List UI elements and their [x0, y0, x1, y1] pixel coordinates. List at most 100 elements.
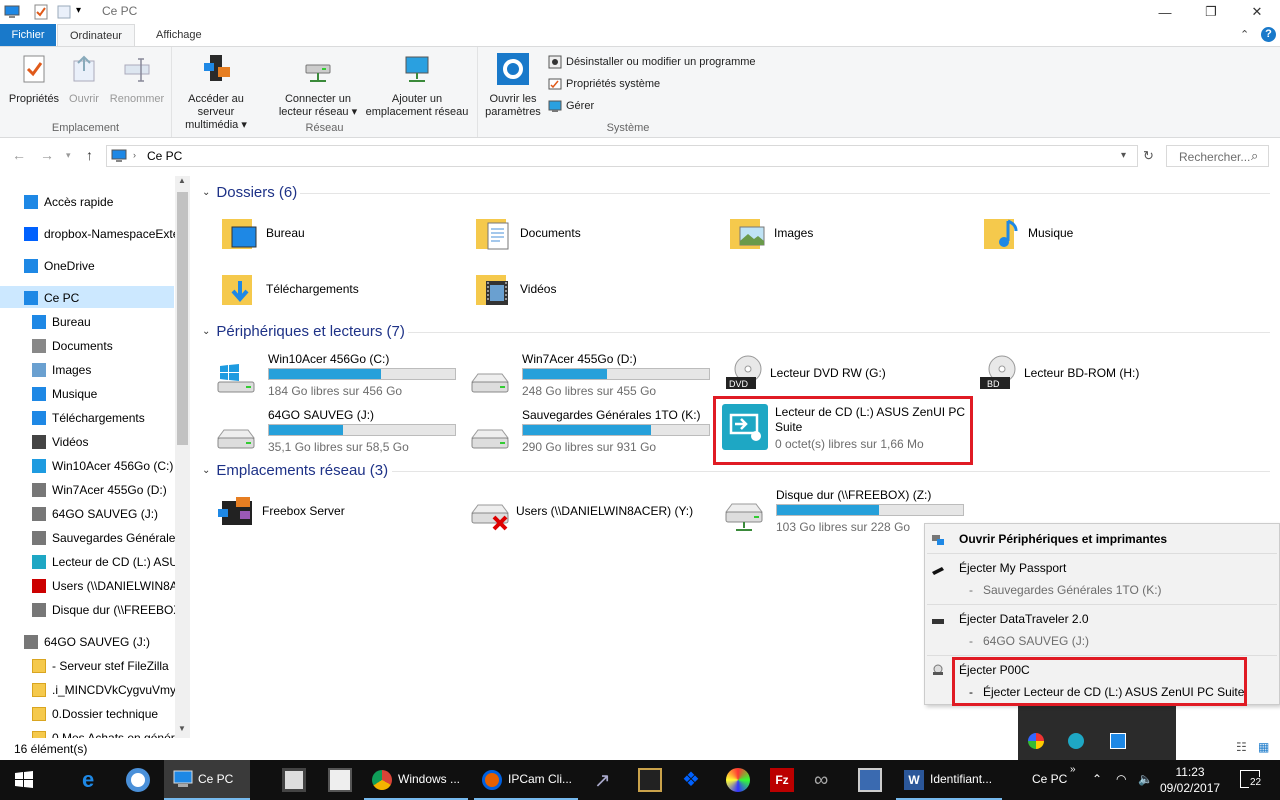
tray-overflow-icon[interactable]: ⌃ [1092, 772, 1102, 786]
up-arrow-icon[interactable]: ↑ [86, 147, 93, 163]
collapse-chevron-icon[interactable]: ⌄ [202, 326, 210, 337]
tab-computer[interactable]: Ordinateur [57, 24, 135, 46]
taskbar-item-word[interactable]: W Identifiant... [896, 760, 1002, 800]
drive-c[interactable]: Win10Acer 456Go (C:) 184 Go libres sur 4… [216, 350, 466, 400]
nav-item[interactable]: Vidéos [32, 431, 88, 453]
pinned-app-icon[interactable]: ∞ [814, 768, 838, 792]
help-icon[interactable]: ? [1261, 27, 1276, 42]
add-network-location-button[interactable]: Ajouter un emplacement réseau [364, 53, 470, 119]
uninstall-program-button[interactable]: Désinstaller ou modifier un programme [548, 55, 756, 69]
pinned-app-icon[interactable] [858, 768, 882, 792]
forward-arrow-icon[interactable]: → [40, 147, 54, 163]
collapse-chevron-icon[interactable]: ⌄ [202, 465, 210, 476]
media-server-button[interactable]: Accéder au serveur multimédia ▾ [176, 53, 256, 132]
eject-sub-item[interactable]: - Sauvegardes Générales 1TO (K:) [969, 583, 1162, 597]
folder-musique[interactable]: Musique [982, 208, 1073, 258]
nav-item[interactable]: Win7Acer 455Go (D:) [32, 479, 167, 501]
taskbar-item-ce-pc[interactable]: Ce PC [164, 760, 250, 800]
nav-item[interactable]: Ce PC [24, 287, 79, 309]
nav-item[interactable]: Win10Acer 456Go (C:) [32, 455, 173, 477]
filezilla-icon[interactable]: Fz [770, 768, 794, 792]
folder-videos[interactable]: Vidéos [474, 264, 556, 314]
network-freebox-server[interactable]: Freebox Server [216, 486, 345, 536]
store-icon[interactable] [282, 768, 306, 792]
sync-tray-icon[interactable] [1068, 733, 1084, 749]
minimize-button[interactable]: — [1142, 0, 1188, 24]
ribbon-collapse-icon[interactable]: ⌃ [1240, 28, 1249, 41]
system-properties-button[interactable]: Propriétés système [548, 77, 660, 91]
paint-icon[interactable] [726, 768, 750, 792]
nav-item[interactable]: Bureau [32, 311, 91, 333]
tab-file[interactable]: Fichier [0, 24, 56, 46]
drive-g-dvd[interactable]: DVD Lecteur DVD RW (G:) [724, 348, 886, 398]
collapse-chevron-icon[interactable]: ⌄ [202, 187, 210, 198]
dropbox-icon[interactable]: ❖ [682, 768, 706, 792]
toolbar-expand-icon[interactable]: » [1070, 764, 1076, 775]
back-arrow-icon[interactable]: ← [12, 147, 26, 163]
drive-d[interactable]: Win7Acer 455Go (D:) 248 Go libres sur 45… [470, 350, 720, 400]
nav-item[interactable]: - Serveur stef FileZilla [32, 655, 169, 677]
details-view-icon[interactable]: ☷ [1236, 740, 1247, 754]
scroll-up-icon[interactable]: ▲ [178, 176, 186, 185]
close-button[interactable]: ✕ [1234, 0, 1280, 24]
nav-item[interactable]: Images [32, 359, 91, 381]
nav-item[interactable]: 0.Mes Achats en génér [32, 727, 175, 738]
eject-my-passport-item[interactable]: Éjecter My Passport [959, 561, 1066, 575]
nav-item[interactable]: Sauvegardes Générales [32, 527, 181, 549]
taskbar-item-ipcam[interactable]: IPCam Cli... [474, 760, 578, 800]
nav-item[interactable]: Accès rapide [24, 191, 113, 213]
recent-locations-icon[interactable]: ▾ [66, 150, 71, 161]
volume-icon[interactable]: 🔈 [1138, 772, 1153, 786]
folders-section-header[interactable]: ⌄ Dossiers (6) [202, 184, 297, 201]
pinned-app-icon[interactable] [638, 768, 662, 792]
nav-item[interactable]: 0.Dossier technique [32, 703, 158, 725]
maximize-button[interactable]: ❐ [1188, 0, 1234, 24]
network-section-header[interactable]: ⌄ Emplacements réseau (3) [202, 462, 388, 479]
nav-item[interactable]: Lecteur de CD (L:) ASUS [32, 551, 186, 573]
calculator-icon[interactable] [328, 768, 352, 792]
toolbar-label[interactable]: Ce PC [1032, 772, 1067, 786]
pinned-app-icon[interactable]: ↗ [594, 768, 618, 792]
address-dropdown-icon[interactable]: ▾ [1121, 150, 1126, 161]
new-folder-quick-icon[interactable] [56, 4, 72, 20]
drive-k[interactable]: Sauvegardes Générales 1TO (K:) 290 Go li… [470, 406, 720, 456]
rename-button[interactable]: Renommer [106, 53, 168, 106]
nav-item[interactable]: dropbox-NamespaceExte [24, 223, 179, 245]
nav-item[interactable]: 64GO SAUVEG (J:) [32, 503, 158, 525]
nav-item[interactable]: Téléchargements [32, 407, 145, 429]
taskbar-item-windows[interactable]: Windows ... [364, 760, 468, 800]
breadcrumb-separator-icon[interactable]: › [133, 150, 136, 160]
network-users-drive[interactable]: Users (\\DANIELWIN8ACER) (Y:) [470, 486, 693, 536]
large-icons-view-icon[interactable]: ▦ [1258, 740, 1269, 754]
folder-images[interactable]: Images [728, 208, 813, 258]
folder-telechargements[interactable]: Téléchargements [220, 264, 359, 314]
folder-documents[interactable]: Documents [474, 208, 581, 258]
quick-access-dropdown-icon[interactable]: ▾ [76, 5, 81, 16]
scroll-down-icon[interactable]: ▼ [178, 724, 186, 733]
nav-item[interactable]: Users (\\DANIELWIN8A [32, 575, 178, 597]
manage-button[interactable]: Gérer [548, 99, 594, 113]
app-tray-icon[interactable] [1028, 733, 1044, 749]
open-settings-button[interactable]: Ouvrir les paramètres [484, 53, 542, 119]
browser-icon[interactable] [126, 768, 150, 792]
map-drive-button[interactable]: Connecter un lecteur réseau ▾ [276, 53, 360, 119]
edge-icon[interactable]: e [82, 768, 106, 792]
clock[interactable]: 11:23 09/02/2017 [1160, 764, 1220, 796]
tab-view[interactable]: Affichage [144, 24, 214, 46]
address-path[interactable]: Ce PC [147, 149, 182, 163]
drive-j[interactable]: 64GO SAUVEG (J:) 35,1 Go libres sur 58,5… [216, 406, 466, 456]
properties-quick-icon[interactable] [33, 4, 49, 20]
shortcut-tray-icon[interactable] [1110, 733, 1126, 749]
windows-start-icon[interactable] [12, 768, 36, 792]
eject-sub-item[interactable]: - 64GO SAUVEG (J:) [969, 634, 1089, 648]
nav-item[interactable]: .i_MINCDVkCygvuVmy [32, 679, 176, 701]
folder-bureau[interactable]: Bureau [220, 208, 305, 258]
open-devices-printers-item[interactable]: Ouvrir Périphériques et imprimantes [959, 532, 1167, 546]
open-button[interactable]: Ouvrir [62, 53, 106, 106]
nav-item[interactable]: Documents [32, 335, 113, 357]
refresh-icon[interactable]: ↻ [1143, 148, 1154, 164]
search-input[interactable]: Rechercher... ⌕ [1166, 145, 1269, 167]
nav-item[interactable]: Disque dur (\\FREEBOX [32, 599, 181, 621]
eject-datatraveler-item[interactable]: Éjecter DataTraveler 2.0 [959, 612, 1089, 626]
address-bar[interactable]: › Ce PC ▾ [106, 145, 1138, 167]
